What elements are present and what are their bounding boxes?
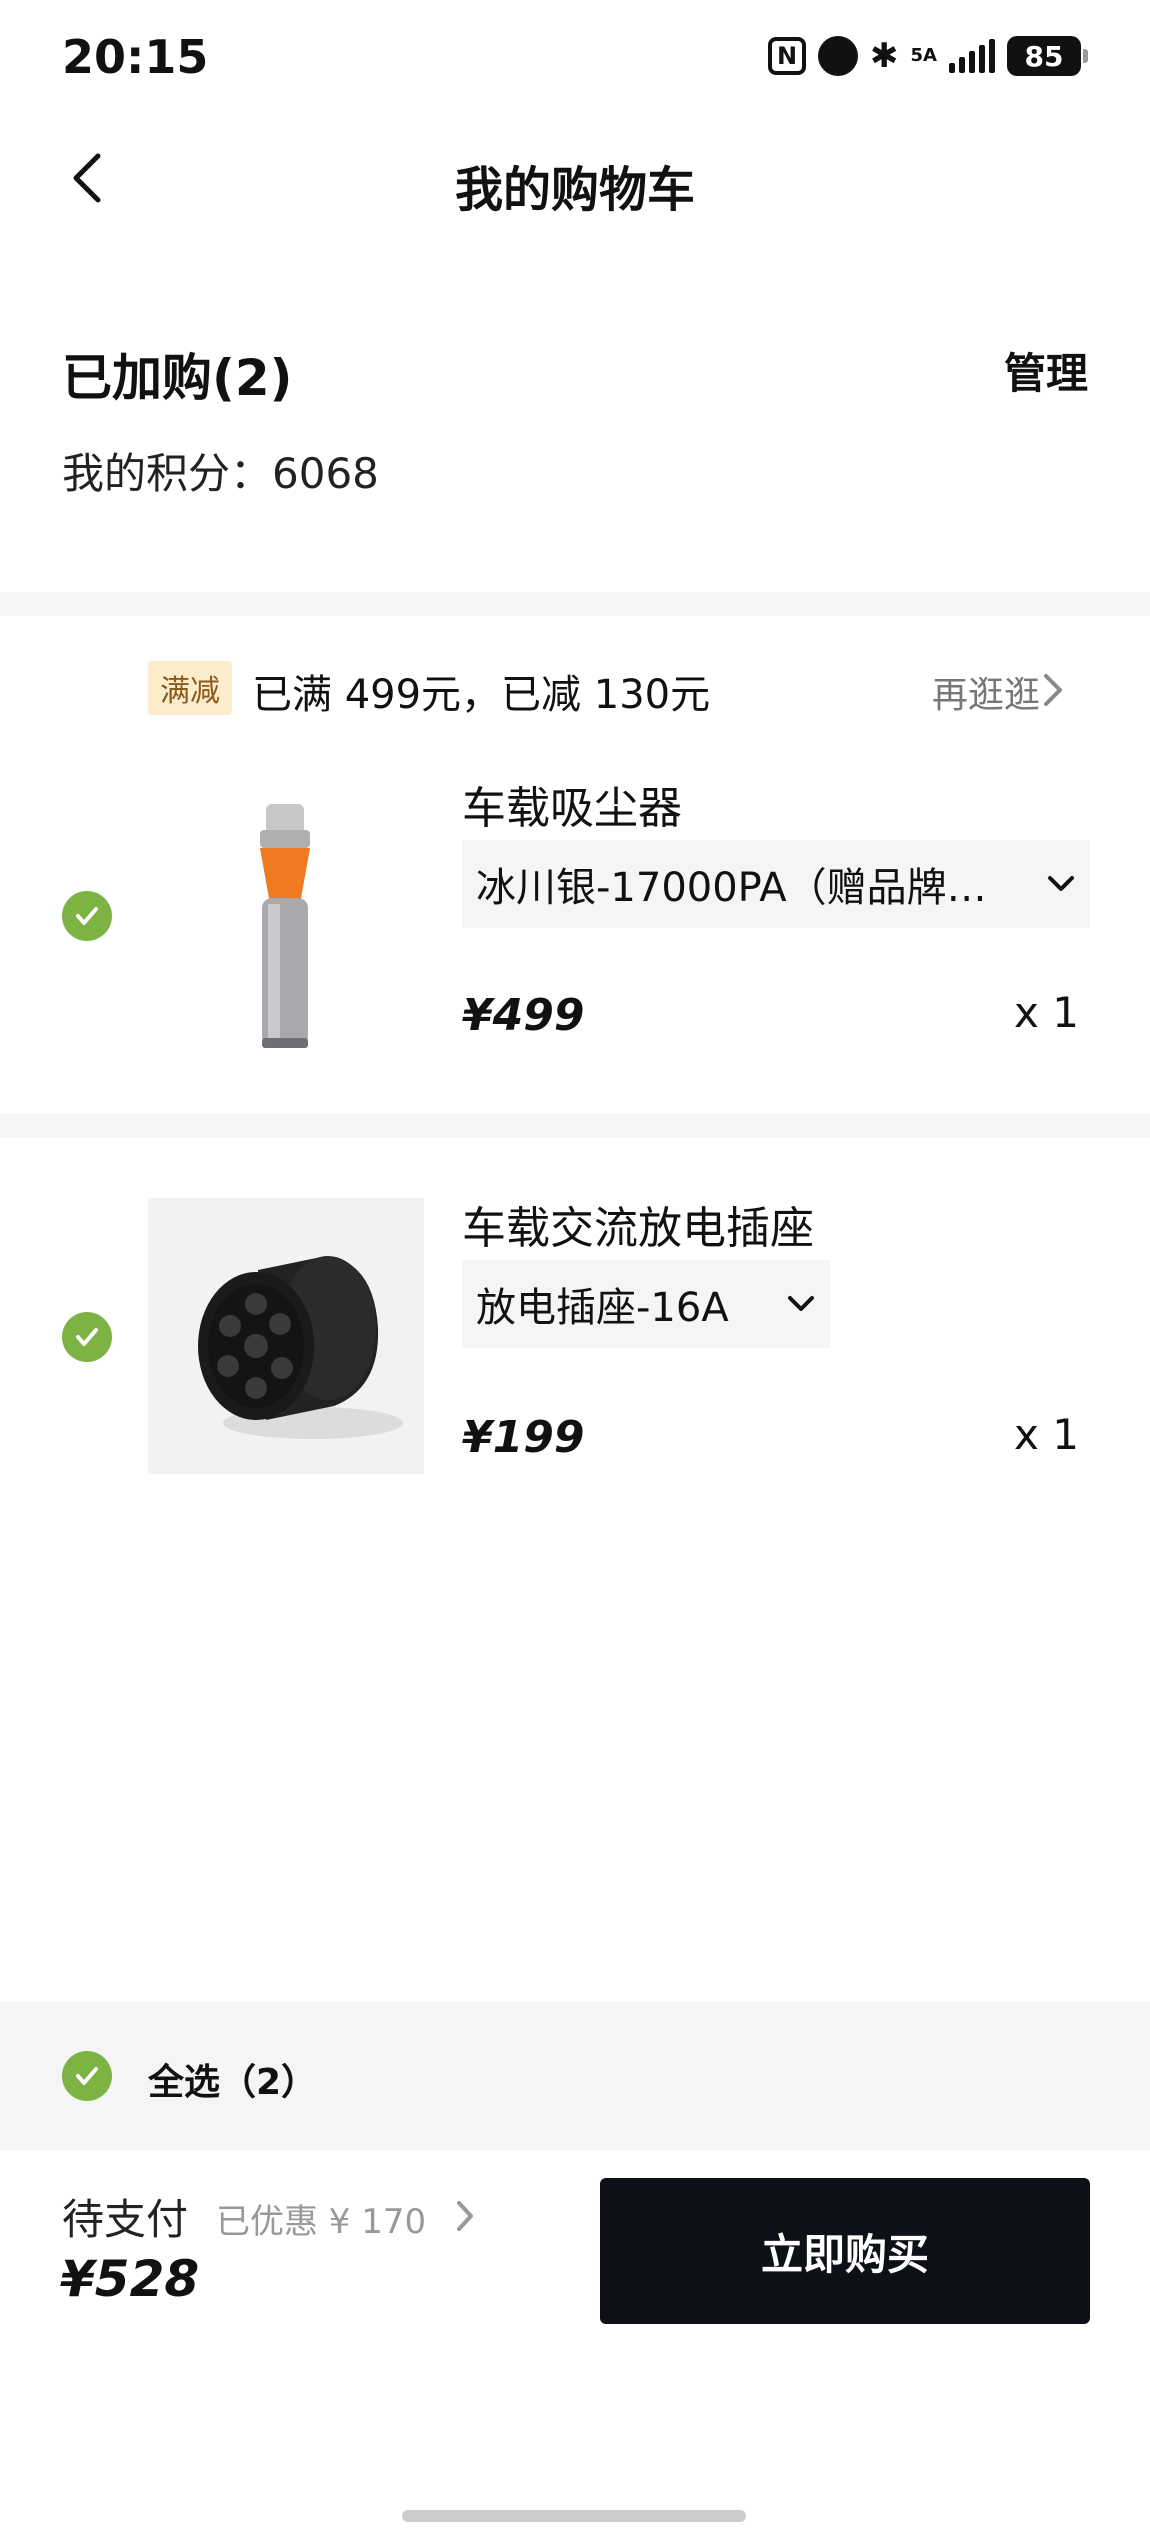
points-label: 我的积分： bbox=[62, 449, 273, 498]
item-quantity: x 1 bbox=[1014, 988, 1079, 1037]
chevron-down-icon bbox=[788, 1296, 814, 1311]
variant-select[interactable]: 放电插座-16A bbox=[462, 1260, 830, 1348]
nfc-icon: N bbox=[768, 37, 807, 75]
chevron-down-icon bbox=[1048, 876, 1074, 891]
promo-text: 已满 499元，已减 130元 bbox=[252, 672, 711, 718]
item-price: ¥499 bbox=[462, 990, 585, 1041]
checkmark-icon bbox=[76, 2067, 98, 2085]
signal-icon bbox=[949, 39, 995, 73]
added-count-title: 已加购(2) bbox=[62, 349, 293, 407]
pay-label: 待支付 bbox=[62, 2195, 189, 2244]
status-time: 20:15 bbox=[62, 30, 209, 84]
page-title: 我的购物车 bbox=[454, 162, 695, 218]
item-checkbox[interactable] bbox=[62, 891, 112, 941]
buy-now-button[interactable]: 立即购买 bbox=[600, 2178, 1090, 2324]
home-indicator[interactable] bbox=[402, 2510, 746, 2522]
product-image-vacuum[interactable] bbox=[148, 780, 424, 1056]
manage-button[interactable]: 管理 bbox=[1004, 340, 1088, 401]
select-all-label[interactable]: 全选（2） bbox=[148, 2053, 317, 2105]
points-value: 6068 bbox=[272, 449, 379, 498]
alarm-icon bbox=[818, 36, 859, 76]
product-name: 车载交流放电插座 bbox=[462, 1203, 814, 1254]
product-image-socket[interactable] bbox=[148, 1198, 424, 1474]
variant-value: 冰川银-17000PA（赠品牌… bbox=[476, 865, 987, 911]
item-checkbox[interactable] bbox=[62, 1312, 112, 1362]
total-price: ¥528 bbox=[60, 2250, 200, 2308]
bluetooth-icon: ✱ bbox=[870, 36, 899, 76]
item-quantity: x 1 bbox=[1014, 1410, 1079, 1459]
chevron-right-icon[interactable] bbox=[1038, 670, 1068, 710]
product-name: 车载吸尘器 bbox=[462, 783, 682, 834]
item-divider bbox=[0, 1114, 1150, 1138]
network-type: 5A bbox=[910, 45, 937, 66]
promo-tag: 满减 bbox=[148, 661, 232, 715]
chevron-right-icon[interactable] bbox=[452, 2198, 478, 2234]
shop-more-link[interactable]: 再逛逛 bbox=[932, 666, 1040, 718]
select-all-checkbox[interactable] bbox=[62, 2051, 112, 2101]
variant-value: 放电插座-16A bbox=[476, 1285, 729, 1331]
checkmark-icon bbox=[76, 1328, 98, 1346]
item-price: ¥199 bbox=[462, 1412, 585, 1463]
variant-select[interactable]: 冰川银-17000PA（赠品牌… bbox=[462, 840, 1090, 928]
status-icons: N ✱ 5A 85 bbox=[768, 32, 1088, 80]
points-info: 我的积分：6068 bbox=[62, 440, 379, 501]
section-divider bbox=[0, 592, 1150, 616]
battery-level: 85 bbox=[1007, 36, 1081, 76]
checkmark-icon bbox=[76, 907, 98, 925]
battery-icon: 85 bbox=[1007, 36, 1088, 76]
discount-info[interactable]: 已优惠 ¥ 170 bbox=[216, 2194, 426, 2243]
